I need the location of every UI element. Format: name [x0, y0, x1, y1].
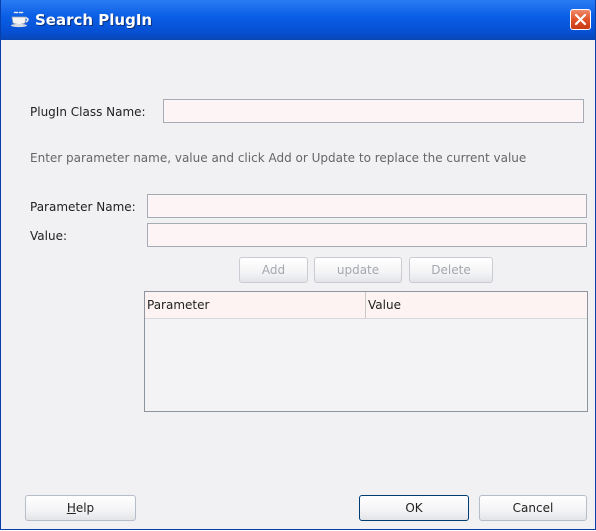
title-bar[interactable]: Search PlugIn: [1, 0, 595, 40]
column-header-value[interactable]: Value: [366, 292, 587, 318]
update-button[interactable]: update: [314, 257, 402, 283]
close-icon: [574, 13, 587, 26]
ok-button[interactable]: OK: [359, 495, 469, 521]
column-header-parameter[interactable]: Parameter: [145, 292, 365, 318]
value-input[interactable]: [147, 223, 587, 247]
parameter-table[interactable]: Parameter Value: [144, 291, 588, 412]
table-header: Parameter Value: [145, 292, 587, 319]
parameter-name-input[interactable]: [147, 194, 587, 218]
close-button[interactable]: [570, 9, 591, 30]
parameter-name-label: Parameter Name:: [30, 200, 136, 214]
coffee-cup-icon: [10, 10, 32, 28]
cancel-button[interactable]: Cancel: [479, 495, 587, 521]
instruction-text: Enter parameter name, value and click Ad…: [30, 151, 527, 165]
help-mnemonic: H: [66, 501, 76, 515]
value-label: Value:: [30, 229, 67, 243]
help-button[interactable]: Help: [25, 495, 136, 521]
plugin-class-name-label: PlugIn Class Name:: [30, 105, 146, 119]
add-button[interactable]: Add: [239, 257, 308, 283]
window-title: Search PlugIn: [35, 11, 153, 29]
help-label: elp: [75, 501, 95, 515]
search-plugin-dialog: Search PlugIn PlugIn Class Name: Enter p…: [0, 0, 596, 530]
plugin-class-name-input[interactable]: [163, 99, 584, 123]
delete-button[interactable]: Delete: [409, 257, 493, 283]
